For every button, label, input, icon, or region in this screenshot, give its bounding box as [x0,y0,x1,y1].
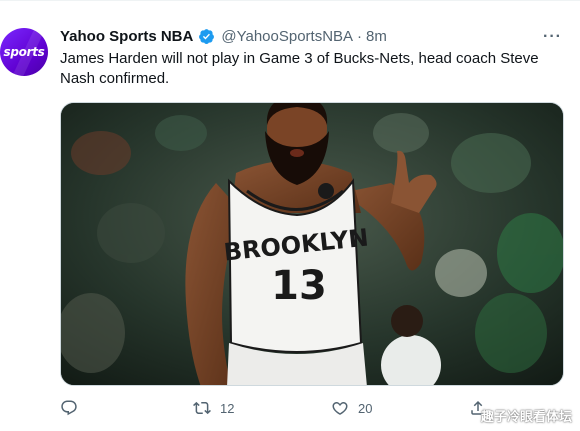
reply-button[interactable] [60,399,193,417]
like-button[interactable]: 20 [331,399,469,417]
retweet-icon [193,401,211,415]
reply-icon [61,400,77,416]
user-handle[interactable]: @YahooSportsNBA [221,28,353,45]
avatar-logo-text: sports [3,45,45,59]
watermark-text: 趣子冷眼看体坛 [480,410,572,425]
display-name[interactable]: Yahoo Sports NBA [60,28,193,45]
avatar[interactable]: sports [0,28,48,76]
tweet-card[interactable]: sports Yahoo Sports NBA @YahooSportsNBA … [0,0,580,431]
tweet-actions-bar: 12 20 [60,399,500,417]
tweet-text: James Harden will not play in Game 3 of … [60,50,539,87]
verified-badge-icon [199,29,215,44]
separator-dot: · [357,28,363,45]
heart-icon [332,402,348,415]
player-photo-illustration: BROOKLYN 13 [61,103,563,385]
timestamp[interactable]: 8m [366,28,387,45]
retweet-button[interactable]: 12 [193,399,331,417]
tweet-photo[interactable]: BROOKLYN 13 [60,102,564,386]
more-options-icon[interactable]: ··· [543,28,562,46]
retweet-count: 12 [220,400,235,416]
tweet-header: Yahoo Sports NBA @YahooSportsNBA · 8m [60,28,387,45]
like-count: 20 [358,400,373,416]
jersey-number-text: 13 [271,263,327,309]
